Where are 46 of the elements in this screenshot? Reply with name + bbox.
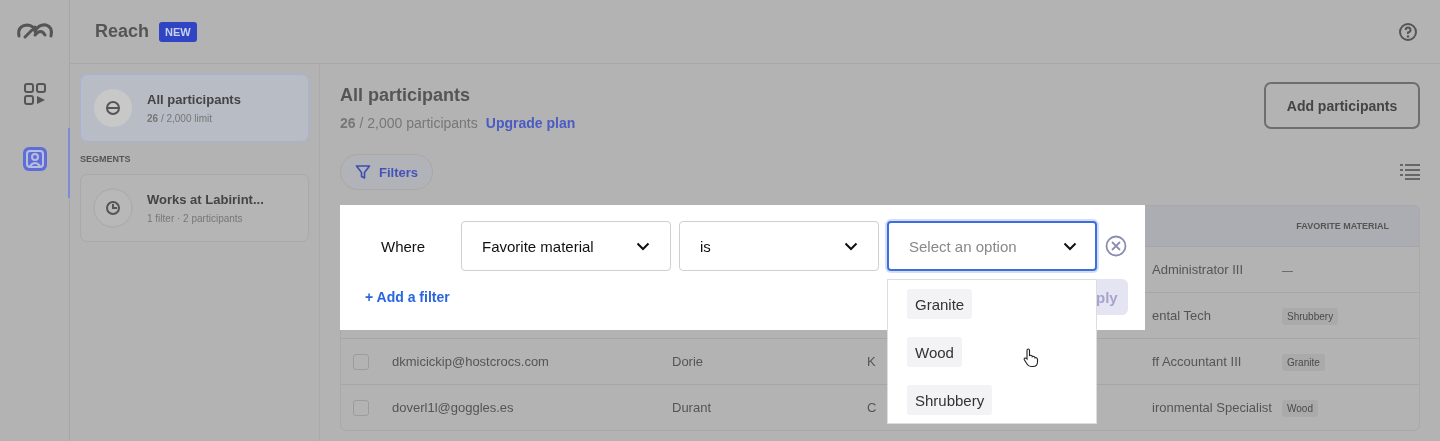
segment-title: All participants bbox=[147, 92, 241, 107]
grid-icon[interactable] bbox=[22, 82, 47, 106]
name-cell: Dorie bbox=[672, 354, 704, 369]
table-cell: K bbox=[867, 354, 876, 369]
app-title: Reach bbox=[95, 21, 150, 42]
filter-icon bbox=[355, 164, 371, 180]
hand-cursor-icon bbox=[1023, 348, 1039, 368]
chevron-down-icon bbox=[1063, 242, 1077, 251]
material-tag: Wood bbox=[1282, 400, 1318, 417]
chevron-down-icon bbox=[844, 241, 858, 251]
material-tag: — bbox=[1282, 264, 1293, 276]
segment-title: Works at Labirint... bbox=[147, 192, 264, 207]
field-select[interactable]: Favorite material bbox=[461, 221, 671, 271]
job-title-cell: ff Accountant III bbox=[1152, 354, 1242, 369]
section-label: SEGMENTS bbox=[80, 154, 132, 164]
job-title-cell: ironmental Specialist bbox=[1152, 400, 1272, 415]
clock-icon bbox=[93, 188, 133, 228]
person-card-icon[interactable] bbox=[21, 146, 48, 172]
material-tag: Granite bbox=[1282, 354, 1325, 371]
job-title-cell: Administrator III bbox=[1152, 262, 1244, 277]
participant-count: 26 / 2,000 participants bbox=[340, 115, 478, 131]
filters-button[interactable]: Filters bbox=[340, 154, 433, 190]
option-chip[interactable]: Wood bbox=[907, 337, 962, 367]
segment-subtitle: 26 / 2,000 limit bbox=[147, 113, 214, 124]
help-icon[interactable] bbox=[1398, 21, 1418, 42]
where-label: Where bbox=[380, 237, 427, 255]
new-badge: NEW bbox=[159, 21, 197, 42]
email-cell: doverl1l@goggles.es bbox=[392, 400, 514, 415]
table-cell: C bbox=[867, 400, 877, 415]
column-header: FAVORITE MATERIAL bbox=[1296, 221, 1389, 231]
option-chip[interactable]: Granite bbox=[907, 289, 973, 319]
value-select[interactable]: Select an option bbox=[887, 221, 1097, 271]
chevron-down-icon bbox=[636, 241, 650, 251]
add-participants-button[interactable]: Add participants bbox=[1264, 82, 1420, 129]
option-chip[interactable]: Shrubbery bbox=[907, 385, 993, 415]
job-title-cell: ental Tech bbox=[1152, 308, 1212, 323]
page-title: All participants bbox=[340, 85, 472, 106]
upgrade-link[interactable]: Upgrade plan bbox=[485, 115, 576, 131]
segment-card[interactable]: All participants 26 / 2,000 limit bbox=[80, 74, 309, 142]
email-cell: dkmicickip@hostcrocs.com bbox=[392, 354, 549, 369]
list-icon[interactable] bbox=[1400, 163, 1420, 181]
operator-select[interactable]: is bbox=[679, 221, 879, 271]
close-icon[interactable] bbox=[1105, 235, 1127, 257]
name-cell: Durant bbox=[672, 400, 712, 415]
add-filter-link[interactable]: + Add a filter bbox=[365, 289, 450, 305]
material-tag: Shrubbery bbox=[1282, 308, 1339, 325]
